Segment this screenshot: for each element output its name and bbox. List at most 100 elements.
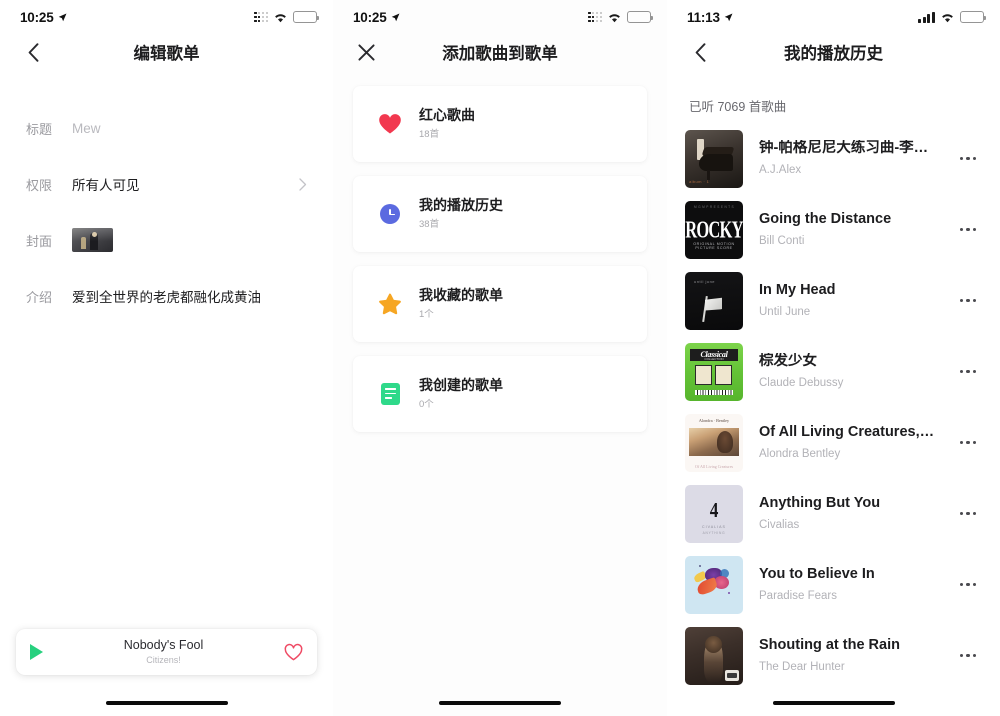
more-dots-icon[interactable] <box>954 511 982 516</box>
song-artist: Paradise Fears <box>759 589 837 602</box>
location-arrow-icon <box>391 13 399 21</box>
back-button-1[interactable] <box>16 35 50 69</box>
song-row[interactable]: Alondra · Bentley Of All Living Creature… <box>685 407 982 478</box>
song-meta: Shouting at the Rain The Dear Hunter <box>759 637 954 674</box>
song-row[interactable]: You to Believe In Paradise Fears <box>685 549 982 620</box>
form-row-cover[interactable]: 封面 <box>26 212 307 268</box>
screen-play-history: 11:13 我的播放历史 已听 7069 首歌曲 album · 1 钟-帕格尼… <box>667 0 1000 716</box>
nav-bar-1: 编辑歌单 <box>0 30 333 74</box>
card-title: 红心歌曲 <box>419 107 475 124</box>
status-time: 10:25 <box>20 9 54 25</box>
song-row[interactable]: 4 CIVALIAS ANYTHING Anything But You Civ… <box>685 478 982 549</box>
value-permission: 所有人可见 <box>72 178 140 193</box>
song-meta: You to Believe In Paradise Fears <box>759 566 954 603</box>
star-icon <box>379 293 401 315</box>
battery-icon <box>960 11 987 23</box>
album-art: album · 1 <box>685 129 743 188</box>
label-intro: 介绍 <box>26 289 53 305</box>
signal-dots-icon <box>588 11 602 23</box>
album-art <box>685 626 743 685</box>
song-artist: Civalias <box>759 518 800 531</box>
location-arrow-icon <box>58 13 66 21</box>
nav-bar-2: 添加歌曲到歌单 <box>333 30 667 74</box>
playlist-source-list: 红心歌曲 18首 我的播放历史 38首 我收藏的歌单 1个 我创建的歌单 0个 <box>333 74 667 432</box>
song-row[interactable]: Shouting at the Rain The Dear Hunter <box>685 620 982 691</box>
status-time-group: 10:25 <box>20 10 67 25</box>
status-time-group-2: 10:25 <box>353 10 400 25</box>
chevron-right-icon <box>299 177 307 191</box>
more-dots-icon[interactable] <box>954 227 982 232</box>
edit-playlist-form: 标题 Mew 权限 所有人可见 封面 介绍 爱到全世界的老虎都融化成黄油 <box>0 100 333 324</box>
more-dots-icon[interactable] <box>954 156 982 161</box>
album-art: Classical COLLECTION <box>685 342 743 401</box>
heart-filled-icon <box>379 114 401 134</box>
page-title-2: 添加歌曲到歌单 <box>442 45 558 63</box>
song-title: Of All Living Creatures,… <box>759 424 935 441</box>
status-time-3: 11:13 <box>687 9 720 25</box>
heart-outline-icon[interactable] <box>284 643 303 662</box>
card-subtitle: 0个 <box>419 398 434 410</box>
card-text: 我收藏的歌单 1个 <box>419 287 503 320</box>
card-icon-wrap <box>373 383 407 405</box>
album-art: M G M P R E S E N T S ROCKY ORIGINAL MOT… <box>685 200 743 259</box>
song-meta: Of All Living Creatures,… Alondra Bentle… <box>759 424 954 461</box>
status-time-group-3: 11:13 <box>687 10 733 25</box>
song-title: 钟-帕格尼尼大练习曲-李… <box>759 140 929 157</box>
screen-add-songs-to-playlist: 10:25 添加歌曲到歌单 红心歌曲 18首 我的播放历史 38首 我收藏的歌单… <box>333 0 667 716</box>
card-collected-playlists[interactable]: 我收藏的歌单 1个 <box>353 266 647 342</box>
chevron-left-icon <box>28 42 38 62</box>
chevron-left-icon <box>695 42 705 62</box>
mini-player-info: Nobody's Fool Citizens! <box>43 638 284 665</box>
status-bar-1: 10:25 <box>0 0 333 30</box>
song-list: album · 1 钟-帕格尼尼大练习曲-李… A.J.Alex M G M P… <box>667 123 1000 691</box>
song-row[interactable]: album · 1 钟-帕格尼尼大练习曲-李… A.J.Alex <box>685 123 982 194</box>
battery-icon <box>627 11 654 23</box>
more-dots-icon[interactable] <box>954 440 982 445</box>
album-art-sub-text: COLLECTION <box>704 356 724 361</box>
card-title: 我的播放历史 <box>419 197 503 214</box>
song-artist: A.J.Alex <box>759 163 802 176</box>
song-row[interactable]: until june In My Head Until June <box>685 265 982 336</box>
mini-player-bar[interactable]: Nobody's Fool Citizens! <box>16 629 317 675</box>
song-title: Shouting at the Rain <box>759 637 900 654</box>
label-title: 标题 <box>26 121 53 137</box>
card-subtitle: 18首 <box>419 128 440 140</box>
card-play-history[interactable]: 我的播放历史 38首 <box>353 176 647 252</box>
album-art-word: 4 <box>709 497 719 522</box>
screen-edit-playlist: 10:25 编辑歌单 标题 Mew 权限 所有人可见 封面 介绍 爱到全世界的老… <box>0 0 333 716</box>
card-subtitle: 38首 <box>419 218 440 230</box>
cover-thumbnail[interactable] <box>72 228 113 252</box>
close-button[interactable] <box>349 35 383 69</box>
status-icons-2 <box>588 11 654 23</box>
input-title[interactable]: Mew <box>72 121 307 136</box>
song-row[interactable]: Classical COLLECTION 棕发少女 Claude Debussy <box>685 336 982 407</box>
form-row-title[interactable]: 标题 Mew <box>26 100 307 156</box>
back-button-3[interactable] <box>683 35 717 69</box>
card-created-playlists[interactable]: 我创建的歌单 0个 <box>353 356 647 432</box>
more-dots-icon[interactable] <box>954 653 982 658</box>
song-artist: Until June <box>759 305 811 318</box>
album-art-sub-text: Of All Living Creatures <box>694 463 734 469</box>
play-icon[interactable] <box>30 644 43 660</box>
more-dots-icon[interactable] <box>954 369 982 374</box>
more-dots-icon[interactable] <box>954 582 982 587</box>
album-art-top-text: Alondra · Bentley <box>698 417 730 423</box>
form-row-permission[interactable]: 权限 所有人可见 <box>26 156 307 212</box>
value-intro[interactable]: 爱到全世界的老虎都融化成黄油 <box>72 286 307 306</box>
mini-player-artist: Citizens! <box>146 655 181 666</box>
more-dots-icon[interactable] <box>954 298 982 303</box>
song-row[interactable]: M G M P R E S E N T S ROCKY ORIGINAL MOT… <box>685 194 982 265</box>
song-meta: In My Head Until June <box>759 282 954 319</box>
song-artist: Bill Conti <box>759 234 805 247</box>
song-artist: Alondra Bentley <box>759 447 841 460</box>
status-icons-3 <box>918 11 987 23</box>
album-art <box>685 555 743 614</box>
form-row-intro[interactable]: 介绍 爱到全世界的老虎都融化成黄油 <box>26 268 307 324</box>
three-phone-screenshots: 10:25 编辑歌单 标题 Mew 权限 所有人可见 封面 介绍 爱到全世界的老… <box>0 0 1000 716</box>
card-title: 我收藏的歌单 <box>419 287 503 304</box>
album-art: 4 CIVALIAS ANYTHING <box>685 484 743 543</box>
song-title: 棕发少女 <box>759 353 817 370</box>
song-title: In My Head <box>759 282 836 299</box>
card-liked-songs[interactable]: 红心歌曲 18首 <box>353 86 647 162</box>
song-title: You to Believe In <box>759 566 875 583</box>
